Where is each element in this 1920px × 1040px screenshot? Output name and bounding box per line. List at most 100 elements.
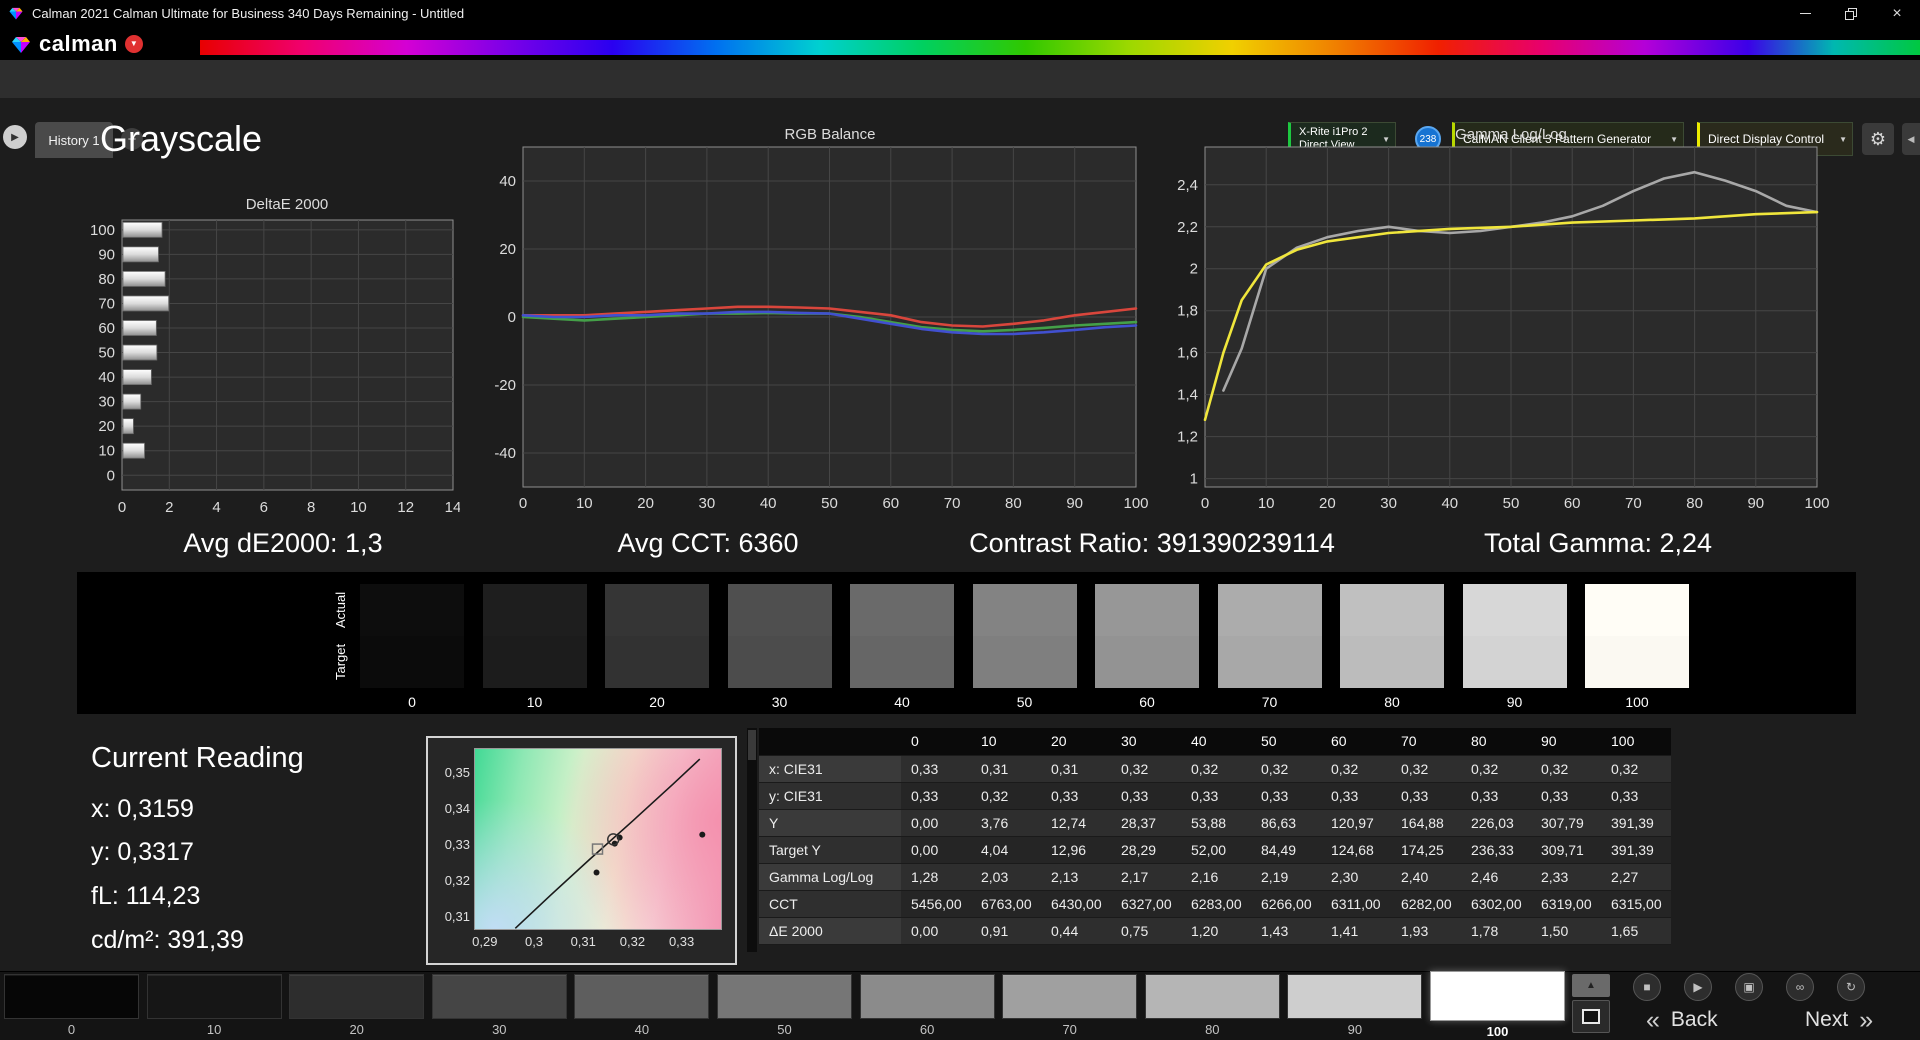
logo-menu-button[interactable]: ▼ (124, 34, 143, 53)
pattern-patch-10[interactable]: 10 (146, 974, 282, 1037)
restore-button[interactable] (1828, 0, 1874, 27)
svg-text:80: 80 (1005, 495, 1022, 512)
history-panel-toggle[interactable]: ▶ (3, 125, 27, 149)
pattern-patch-80[interactable]: 80 (1144, 974, 1280, 1037)
grayscale-swatch-20: 20 (605, 584, 709, 710)
pattern-patch-60[interactable]: 60 (859, 974, 995, 1037)
patch-color (1287, 974, 1423, 1019)
pattern-patch-30[interactable]: 30 (431, 974, 567, 1037)
svg-text:90: 90 (1747, 495, 1764, 512)
table-row: Y 0,00 3,76 12,74 28,37 53,88 86,63 120,97 164,8… (759, 809, 1671, 837)
pattern-patch-100[interactable]: 100 (1430, 971, 1565, 1039)
table-cell: 226,03 (1461, 809, 1531, 837)
scrollbar-thumb[interactable] (748, 730, 756, 760)
table-cell: 0,32 (1321, 755, 1391, 783)
svg-text:40: 40 (499, 173, 516, 190)
gear-icon: ⚙ (1869, 128, 1887, 149)
save-button[interactable]: ▣ (1735, 973, 1763, 1001)
current-reading-title: Current Reading (91, 742, 304, 774)
measurement-table: 0 10 20 30 40 50 60 70 80 90 100 x: CIE31 0,33 0,31 0,… (759, 728, 1671, 945)
stop-button[interactable]: ■ (1633, 973, 1661, 1001)
patch-color (289, 974, 425, 1019)
chevron-left-icon: « (1646, 1005, 1660, 1034)
table-scrollbar[interactable] (747, 728, 757, 952)
table-cell: 0,33 (1041, 782, 1111, 810)
chevron-right-icon: » (1859, 1005, 1874, 1034)
table-cell: 236,33 (1461, 836, 1531, 864)
play-icon: ▶ (1693, 980, 1703, 994)
table-cell: 1,50 (1531, 917, 1601, 945)
reading-x: x: 0,3159 (91, 795, 194, 823)
table-cell: 6315,00 (1601, 890, 1671, 918)
svg-text:80: 80 (98, 271, 115, 288)
display-view-button[interactable] (1572, 1000, 1610, 1033)
svg-text:6: 6 (260, 499, 268, 516)
tab-bar: ▶ History 1 + X-Rite i1Pro 2 Direct View… (0, 60, 1920, 158)
swatch-actual (1217, 584, 1322, 636)
swatch-actual (360, 584, 464, 636)
patch-color (4, 974, 139, 1019)
patch-label: 10 (206, 1022, 222, 1037)
swatch-level-label: 100 (1625, 694, 1649, 710)
swatch-target (1340, 636, 1444, 688)
next-button[interactable]: Next » (1805, 1005, 1873, 1035)
calman-logo: calman ▼ (10, 29, 155, 58)
swatch-actual (727, 584, 832, 636)
grayscale-swatch-10: 10 (482, 584, 587, 710)
svg-text:0: 0 (118, 499, 126, 516)
table-cell: 0,32 (1391, 755, 1461, 783)
pattern-patch-70[interactable]: 70 (1002, 974, 1138, 1037)
refresh-button[interactable]: ↻ (1837, 973, 1865, 1001)
table-col-header: 0 (901, 728, 971, 756)
pattern-patch-0[interactable]: 0 (4, 974, 139, 1037)
table-row: Gamma Log/Log 1,28 2,03 2,13 2,17 2,16 2,19 2,3… (759, 863, 1671, 891)
rgb-balance-chart: 0 10 20 30 40 50 60 70 80 90 100 40 20 0 -20 -40 (494, 146, 1149, 512)
table-col-header: 30 (1111, 728, 1181, 756)
patch-label: 0 (67, 1022, 76, 1037)
table-cell: 52,00 (1181, 836, 1251, 864)
pattern-patch-90[interactable]: 90 (1287, 974, 1423, 1037)
link-button[interactable]: ∞ (1786, 973, 1814, 1001)
table-cell: 164,88 (1391, 809, 1461, 837)
patch-label: 60 (919, 1022, 935, 1037)
minimize-button[interactable] (1782, 0, 1828, 27)
swatch-row-label-actual: Actual (333, 591, 348, 629)
table-cell: 0,32 (1531, 755, 1601, 783)
swatch-actual (1462, 584, 1567, 636)
swatch-target (850, 636, 954, 688)
back-button[interactable]: « Back (1646, 1005, 1718, 1035)
grayscale-swatch-90: 90 (1462, 584, 1567, 710)
cie-y-tick: 0,31 (444, 909, 470, 925)
close-button[interactable]: × (1874, 0, 1920, 27)
cie-y-tick: 0,33 (444, 837, 470, 853)
settings-button[interactable]: ⚙ (1862, 123, 1894, 155)
svg-text:2: 2 (1190, 261, 1198, 278)
pattern-patch-50[interactable]: 50 (717, 974, 852, 1037)
calman-window: Calman 2021 Calman Ultimate for Business… (0, 0, 1920, 1040)
rainbow-strip (200, 40, 1920, 55)
table-cell: 2,19 (1251, 863, 1321, 891)
swatch-target (1462, 636, 1567, 688)
scroll-up-button[interactable]: ▲ (1572, 974, 1610, 997)
pattern-patch-40[interactable]: 40 (574, 974, 710, 1037)
table-cell: 1,28 (901, 863, 971, 891)
table-cell: 124,68 (1321, 836, 1391, 864)
svg-text:20: 20 (499, 241, 516, 258)
table-cell: 84,49 (1251, 836, 1321, 864)
swatch-actual (1585, 584, 1689, 636)
cie-x-tick: 0,33 (668, 934, 695, 949)
play-icon: ▶ (11, 131, 19, 143)
table-row-label: CCT (759, 890, 901, 918)
patch-color (859, 974, 995, 1019)
play-button[interactable]: ▶ (1684, 973, 1712, 1001)
pattern-patch-20[interactable]: 20 (289, 974, 425, 1037)
table-row-label: y: CIE31 (759, 782, 901, 810)
table-cell: 2,30 (1321, 863, 1391, 891)
table-cell: 12,96 (1041, 836, 1111, 864)
svg-text:14: 14 (445, 499, 460, 516)
patch-label: 90 (1347, 1022, 1363, 1037)
collapse-toolbar-button[interactable]: ◀ (1902, 123, 1920, 155)
table-cell: 391,39 (1601, 809, 1671, 837)
table-cell: 0,33 (1391, 782, 1461, 810)
cie-y-tick: 0,34 (444, 801, 470, 817)
